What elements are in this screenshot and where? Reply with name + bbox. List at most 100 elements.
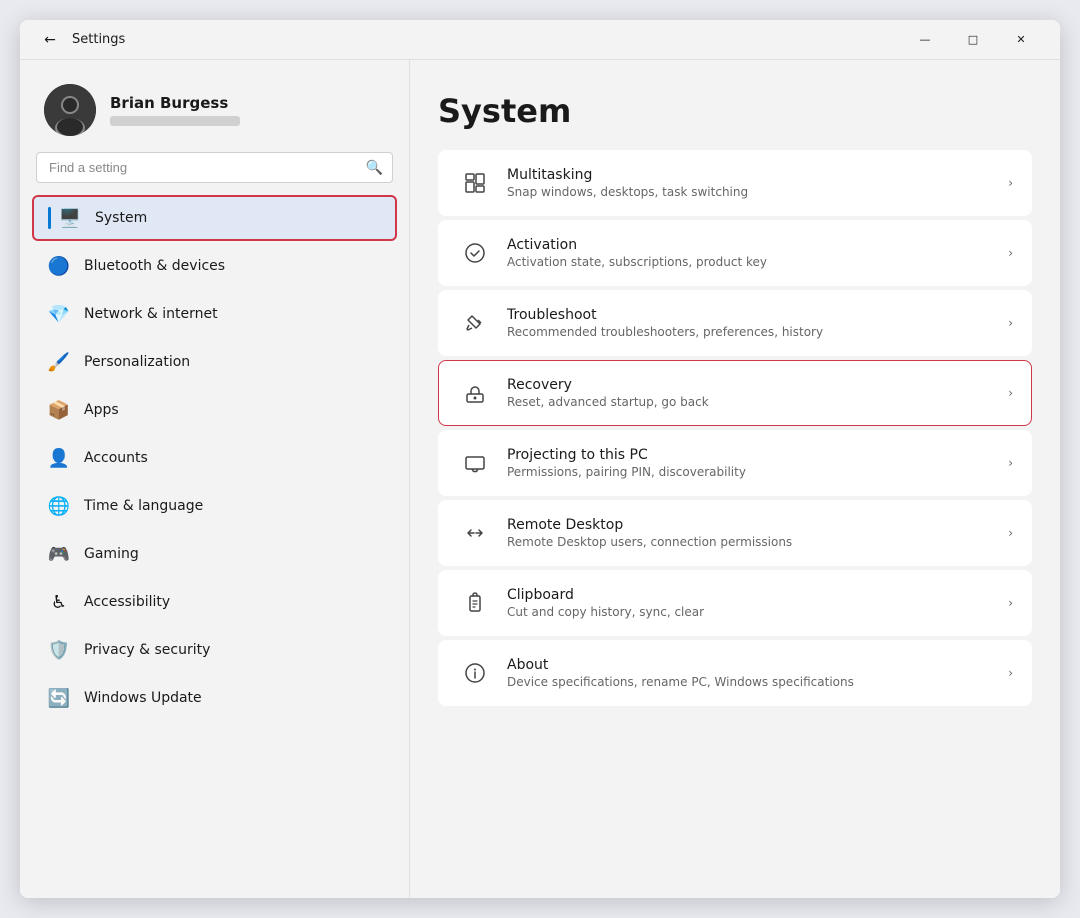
apps-nav-label: Apps	[84, 402, 119, 418]
sidebar-item-accounts[interactable]: 👤 Accounts	[32, 435, 397, 481]
personalization-nav-icon: 🖌️	[48, 351, 70, 373]
remote-title: Remote Desktop	[507, 517, 1000, 533]
update-nav-icon: 🔄	[48, 687, 70, 709]
projecting-chevron-icon: ›	[1008, 456, 1013, 470]
about-icon	[457, 655, 493, 691]
search-icon: 🔍	[366, 160, 383, 176]
remote-icon	[457, 515, 493, 551]
user-info: Brian Burgess	[110, 94, 240, 126]
clipboard-desc: Cut and copy history, sync, clear	[507, 605, 1000, 619]
back-button[interactable]: ←	[36, 26, 64, 54]
minimize-button[interactable]: —	[902, 24, 948, 56]
about-title: About	[507, 657, 1000, 673]
settings-item-multitasking[interactable]: Multitasking Snap windows, desktops, task…	[438, 150, 1032, 216]
sidebar-item-update[interactable]: 🔄 Windows Update	[32, 675, 397, 721]
update-nav-label: Windows Update	[84, 690, 202, 706]
troubleshoot-chevron-icon: ›	[1008, 316, 1013, 330]
network-nav-icon: 💎	[48, 303, 70, 325]
accounts-nav-icon: 👤	[48, 447, 70, 469]
maximize-button[interactable]: □	[950, 24, 996, 56]
troubleshoot-desc: Recommended troubleshooters, preferences…	[507, 325, 1000, 339]
sidebar-item-accessibility[interactable]: ♿Accessibility	[32, 579, 397, 625]
about-desc: Device specifications, rename PC, Window…	[507, 675, 1000, 689]
search-input[interactable]	[36, 152, 393, 183]
projecting-icon	[457, 445, 493, 481]
gaming-nav-label: Gaming	[84, 546, 139, 562]
troubleshoot-icon	[457, 305, 493, 341]
sidebar: Brian Burgess 🔍 🖥️ System 🔵 Bluetooth & dev…	[20, 60, 410, 898]
activation-chevron-icon: ›	[1008, 246, 1013, 260]
projecting-title: Projecting to this PC	[507, 447, 1000, 463]
about-chevron-icon: ›	[1008, 666, 1013, 680]
multitasking-title: Multitasking	[507, 167, 1000, 183]
titlebar-title: Settings	[72, 32, 902, 47]
main-panel: System MultitaskingSnap windows, desktop…	[410, 60, 1060, 898]
search-box: 🔍	[36, 152, 393, 183]
gaming-nav-icon: 🎮	[48, 543, 70, 565]
personalization-nav-label: Personalization	[84, 354, 190, 370]
user-name: Brian Burgess	[110, 94, 240, 112]
bluetooth-nav-label: Bluetooth & devices	[84, 258, 225, 274]
avatar-image	[44, 84, 96, 136]
close-button[interactable]: ✕	[998, 24, 1044, 56]
multitasking-icon	[457, 165, 493, 201]
system-nav-icon: 🖥️	[59, 207, 81, 229]
network-nav-label: Network & internet	[84, 306, 218, 322]
window-controls: — □ ✕	[902, 24, 1044, 56]
troubleshoot-text: Troubleshoot Recommended troubleshooters,…	[507, 307, 1000, 339]
time-nav-icon: 🌐	[48, 495, 70, 517]
time-nav-label: Time & language	[84, 498, 203, 514]
privacy-nav-label: Privacy & security	[84, 642, 210, 658]
apps-nav-icon: 📦	[48, 399, 70, 421]
clipboard-title: Clipboard	[507, 587, 1000, 603]
privacy-nav-icon: 🛡️	[48, 639, 70, 661]
remote-desc: Remote Desktop users, connection permiss…	[507, 535, 1000, 549]
recovery-chevron-icon: ›	[1008, 386, 1013, 400]
sidebar-item-personalization[interactable]: 🖌️ Personalization	[32, 339, 397, 385]
user-section: Brian Burgess	[32, 76, 397, 152]
recovery-desc: Reset, advanced startup, go back	[507, 395, 1000, 409]
system-nav-label: System	[95, 210, 147, 226]
projecting-text: Projecting to this PC Permissions, pairin…	[507, 447, 1000, 479]
titlebar: ← Settings — □ ✕	[20, 20, 1060, 60]
sidebar-nav: 🖥️ System 🔵 Bluetooth & devices 💎 Network & i…	[32, 195, 397, 721]
settings-item-clipboard[interactable]: Clipboard Cut and copy history, sync, cle…	[438, 570, 1032, 636]
settings-list: Multitasking Snap windows, desktops, task…	[438, 150, 1032, 706]
sidebar-item-gaming[interactable]: 🎮 Gaming	[32, 531, 397, 577]
remote-chevron-icon: ›	[1008, 526, 1013, 540]
accessibility-nav-icon: ♿	[48, 591, 70, 613]
sidebar-item-network[interactable]: 💎 Network & internet	[32, 291, 397, 337]
activation-text: Activation Activation state, subscription…	[507, 237, 1000, 269]
sidebar-item-system[interactable]: 🖥️ System	[32, 195, 397, 241]
settings-window: ← Settings — □ ✕	[20, 20, 1060, 898]
settings-item-recovery[interactable]: Recovery Reset, advanced startup, go back…	[438, 360, 1032, 426]
about-text: About Device specifications, rename PC, W…	[507, 657, 1000, 689]
remote-text: Remote Desktop Remote Desktop users, conn…	[507, 517, 1000, 549]
settings-item-about[interactable]: About Device specifications, rename PC, W…	[438, 640, 1032, 706]
troubleshoot-title: Troubleshoot	[507, 307, 1000, 323]
projecting-desc: Permissions, pairing PIN, discoverabilit…	[507, 465, 1000, 479]
settings-item-projecting[interactable]: Projecting to this PC Permissions, pairin…	[438, 430, 1032, 496]
activation-title: Activation	[507, 237, 1000, 253]
activation-icon	[457, 235, 493, 271]
bluetooth-nav-icon: 🔵	[48, 255, 70, 277]
main-content: Brian Burgess 🔍 🖥️ System 🔵 Bluetooth & dev…	[20, 60, 1060, 898]
multitasking-text: Multitasking Snap windows, desktops, task…	[507, 167, 1000, 199]
recovery-icon	[457, 375, 493, 411]
activation-desc: Activation state, subscriptions, product…	[507, 255, 1000, 269]
settings-item-remote[interactable]: Remote Desktop Remote Desktop users, conn…	[438, 500, 1032, 566]
settings-item-troubleshoot[interactable]: Troubleshoot Recommended troubleshooters,…	[438, 290, 1032, 356]
clipboard-text: Clipboard Cut and copy history, sync, cle…	[507, 587, 1000, 619]
recovery-title: Recovery	[507, 377, 1000, 393]
accounts-nav-label: Accounts	[84, 450, 148, 466]
user-subtitle	[110, 116, 240, 126]
sidebar-item-bluetooth[interactable]: 🔵 Bluetooth & devices	[32, 243, 397, 289]
clipboard-icon	[457, 585, 493, 621]
settings-item-activation[interactable]: Activation Activation state, subscription…	[438, 220, 1032, 286]
avatar	[44, 84, 96, 136]
sidebar-item-privacy[interactable]: 🛡️ Privacy & security	[32, 627, 397, 673]
sidebar-item-apps[interactable]: 📦 Apps	[32, 387, 397, 433]
sidebar-item-time[interactable]: 🌐 Time & language	[32, 483, 397, 529]
multitasking-desc: Snap windows, desktops, task switching	[507, 185, 1000, 199]
clipboard-chevron-icon: ›	[1008, 596, 1013, 610]
